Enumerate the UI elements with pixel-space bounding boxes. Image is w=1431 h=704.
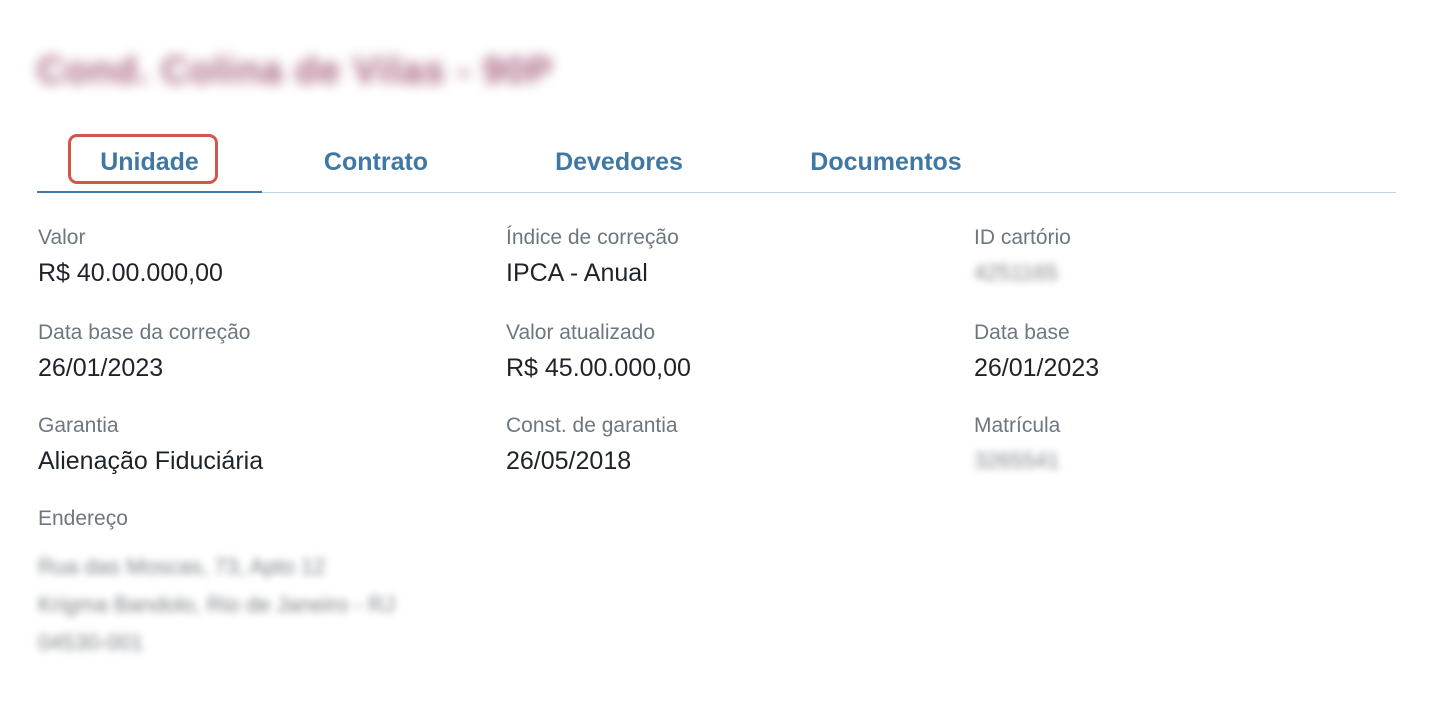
field-value: Alienação Fiduciária bbox=[38, 447, 264, 475]
field-value: IPCA - Anual bbox=[506, 259, 648, 287]
tab-devedores[interactable]: Devedores bbox=[537, 130, 701, 192]
field-value: R$ 45.00.000,00 bbox=[506, 354, 691, 382]
address-line: Krigma Bandolo, Rio de Janeiro - RJ bbox=[38, 592, 396, 617]
field-value: 26/05/2018 bbox=[506, 447, 632, 475]
field-label: ID cartório bbox=[974, 226, 1071, 249]
field-label: Garantia bbox=[38, 414, 119, 437]
field-value: 26/01/2023 bbox=[974, 354, 1100, 382]
field-data-base-correcao: Data base da correção 26/01/2023 bbox=[38, 320, 250, 383]
field-const-garantia: Const. de garantia 26/05/2018 bbox=[506, 413, 678, 476]
page-title: Cond. Colina de Vilas - 90P bbox=[37, 50, 554, 92]
address-block: Rua das Moscas, 73, Apto 12 Krigma Bando… bbox=[38, 548, 395, 662]
field-matricula: Matrícula 3265541 bbox=[974, 413, 1060, 476]
field-value: R$ 40.00.000,00 bbox=[38, 259, 223, 287]
field-label: Índice de correção bbox=[506, 226, 679, 249]
address-line: 04530-001 bbox=[38, 630, 144, 655]
field-value: 4251165 bbox=[974, 260, 1059, 285]
field-garantia: Garantia Alienação Fiduciária bbox=[38, 413, 263, 476]
field-valor-atualizado: Valor atualizado R$ 45.00.000,00 bbox=[506, 320, 691, 383]
field-label: Endereço bbox=[38, 507, 128, 530]
field-valor: Valor R$ 40.00.000,00 bbox=[38, 225, 223, 288]
tab-unidade[interactable]: Unidade bbox=[37, 130, 262, 193]
field-value: 3265541 bbox=[974, 448, 1060, 473]
field-label: Valor bbox=[38, 226, 86, 249]
field-data-base: Data base 26/01/2023 bbox=[974, 320, 1099, 383]
field-label: Matrícula bbox=[974, 414, 1061, 437]
field-value: 26/01/2023 bbox=[38, 354, 164, 382]
field-id-cartorio: ID cartório 4251165 bbox=[974, 225, 1071, 288]
page: Cond. Colina de Vilas - 90P Unidade Cont… bbox=[0, 0, 1431, 704]
address-line: Rua das Moscas, 73, Apto 12 bbox=[38, 554, 326, 579]
tab-contrato[interactable]: Contrato bbox=[303, 130, 449, 192]
field-label: Data base da correção bbox=[38, 321, 251, 344]
tab-bar: Unidade Contrato Devedores Documentos bbox=[37, 130, 1396, 193]
field-label: Const. de garantia bbox=[506, 414, 678, 437]
field-endereco: Endereço Rua das Moscas, 73, Apto 12 Kri… bbox=[38, 506, 395, 662]
field-label: Data base bbox=[974, 321, 1070, 344]
field-label: Valor atualizado bbox=[506, 321, 656, 344]
field-indice-correcao: Índice de correção IPCA - Anual bbox=[506, 225, 679, 288]
tab-documentos[interactable]: Documentos bbox=[791, 130, 981, 192]
